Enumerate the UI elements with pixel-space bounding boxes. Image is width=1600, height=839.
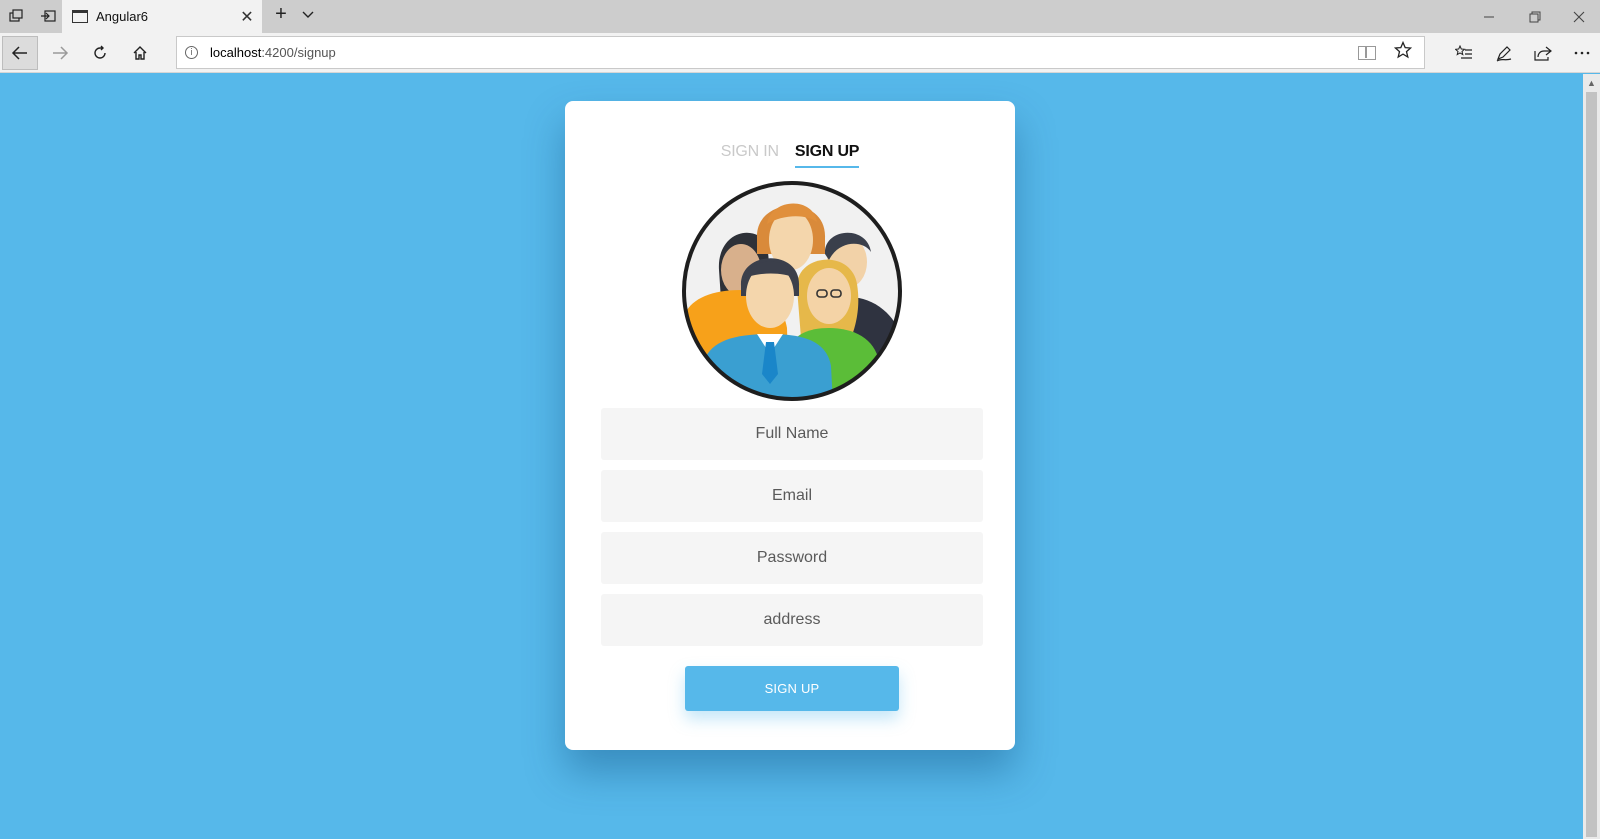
chevron-down-icon[interactable] xyxy=(300,6,320,26)
scroll-up-icon[interactable]: ▲ xyxy=(1583,74,1600,91)
tab-actions-icon[interactable] xyxy=(2,4,30,28)
pen-icon[interactable] xyxy=(1486,36,1522,70)
full-name-input[interactable] xyxy=(601,408,983,460)
tab-close-icon[interactable]: ✕ xyxy=(232,7,262,27)
group-avatar-image xyxy=(679,178,905,404)
refresh-icon[interactable] xyxy=(82,36,118,70)
new-tab-button[interactable]: + xyxy=(268,3,294,26)
page-scrollbar[interactable]: ▲ xyxy=(1583,74,1600,839)
active-tab[interactable]: Angular6 ✕ xyxy=(62,0,262,33)
browser-tab-bar: Angular6 ✕ + xyxy=(0,0,1600,33)
set-aside-tabs-icon[interactable] xyxy=(34,4,62,28)
address-input[interactable] xyxy=(601,594,983,646)
home-icon[interactable] xyxy=(122,36,158,70)
browser-nav-bar: i localhost:4200/signup xyxy=(0,33,1600,73)
url-text[interactable]: localhost:4200/signup xyxy=(210,45,1358,60)
email-input[interactable] xyxy=(601,470,983,522)
back-arrow-icon[interactable] xyxy=(2,36,38,70)
reading-view-icon[interactable] xyxy=(1358,45,1376,60)
favorites-list-icon[interactable] xyxy=(1446,36,1482,70)
forward-arrow-icon[interactable] xyxy=(42,36,78,70)
minimize-button[interactable] xyxy=(1466,0,1512,33)
more-icon[interactable] xyxy=(1565,36,1599,70)
tab-title: Angular6 xyxy=(96,9,149,24)
page-icon xyxy=(72,10,88,23)
favorite-star-icon[interactable] xyxy=(1393,40,1413,64)
share-icon[interactable] xyxy=(1525,36,1561,70)
close-window-button[interactable] xyxy=(1558,0,1600,33)
restore-button[interactable] xyxy=(1512,0,1558,33)
sign-up-button[interactable]: SIGN UP xyxy=(685,666,899,711)
scrollbar-thumb[interactable] xyxy=(1586,92,1597,837)
info-icon[interactable]: i xyxy=(185,46,198,59)
password-input[interactable] xyxy=(601,532,983,584)
tab-sign-in[interactable]: SIGN IN xyxy=(721,143,779,168)
auth-tabs: SIGN IN SIGN UP xyxy=(565,143,1015,168)
auth-card: SIGN IN SIGN UP Full Name Email address … xyxy=(565,101,1015,750)
address-bar[interactable]: i localhost:4200/signup xyxy=(176,36,1425,69)
tab-sign-up[interactable]: SIGN UP xyxy=(794,143,859,168)
